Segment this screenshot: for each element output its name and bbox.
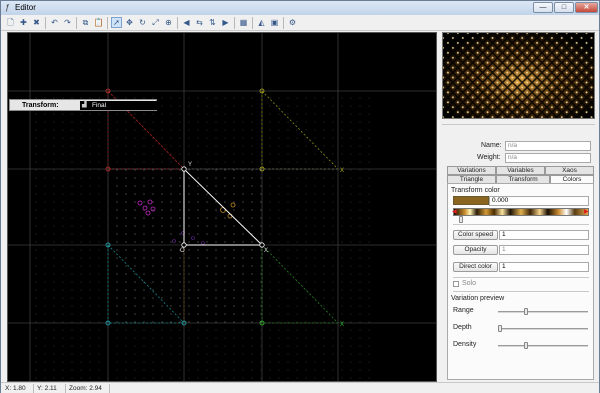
maximize-button[interactable]: □ [554, 2, 574, 13]
colors-panel: Transform color 0.000 ◀ ▶ Color speed 1 … [447, 183, 594, 380]
label-o-selected: O [180, 248, 185, 254]
color-speed-field[interactable]: 1 [499, 230, 589, 240]
editor-window: ƒ Editor — □ ✕ 🗋 ✚ ✖ ↶ ↷ ⧉ 📋 ➚ ✥ ↻ ⤢ ⊕ ◀ ⇆ ⇅ ▶ ▦ ◭ ▣ ⚙ [0, 0, 600, 393]
preview-image [443, 33, 594, 118]
move-icon[interactable]: ✥ [124, 17, 135, 28]
pivot-icon[interactable]: ⊕ [163, 17, 174, 28]
solo-checkbox[interactable] [453, 281, 459, 287]
status-separator [33, 384, 34, 393]
direct-color-button[interactable]: Direct color [453, 262, 498, 272]
density-slider[interactable] [498, 345, 588, 347]
status-separator [109, 384, 110, 393]
solo-label: Solo [462, 280, 477, 287]
add-icon[interactable]: ✚ [18, 17, 29, 28]
weight-field[interactable]: n/a [505, 153, 591, 163]
color-gradient-bar[interactable] [453, 208, 589, 216]
toolbar-separator [107, 17, 108, 29]
tab-variations[interactable]: Variations [447, 166, 496, 175]
color-swatch[interactable] [453, 196, 489, 205]
depth-label: Depth [453, 324, 472, 331]
range-label: Range [453, 307, 474, 314]
divider [453, 277, 589, 278]
rotate-icon[interactable]: ↻ [137, 17, 148, 28]
transform-selector[interactable]: Transform: ▟ Final ▼ [9, 99, 157, 111]
density-slider-thumb[interactable] [523, 342, 528, 349]
status-separator [65, 384, 66, 393]
tab-variables[interactable]: Variables [496, 166, 545, 175]
transform-value: Final [92, 102, 107, 109]
editor-canvas[interactable]: Y O X X X [7, 32, 437, 382]
label-x-selected: X [264, 248, 268, 254]
transform-label: Transform: [22, 102, 59, 109]
divider [442, 124, 595, 125]
select-icon[interactable]: ➚ [111, 17, 122, 28]
minimize-button[interactable]: — [533, 2, 553, 13]
name-field[interactable]: n/a [505, 141, 591, 151]
status-zoom: Zoom: 2.94 [69, 385, 102, 392]
chevron-down-icon[interactable]: ▼ [151, 101, 157, 107]
color-speed-button[interactable]: Color speed [453, 230, 498, 240]
toolbar-separator [234, 17, 235, 29]
undo-icon[interactable]: ↶ [49, 17, 60, 28]
color-value-field[interactable]: 0.000 [489, 196, 589, 206]
direct-color-field[interactable]: 1 [499, 262, 589, 272]
app-icon: ƒ [5, 3, 10, 12]
toolbar-separator [177, 17, 178, 29]
toolbar-separator [76, 17, 77, 29]
opacity-field[interactable]: 1 [499, 245, 589, 255]
status-y: Y: 2.11 [37, 385, 57, 392]
depth-slider-thumb[interactable] [498, 325, 502, 332]
redo-icon[interactable]: ↷ [62, 17, 73, 28]
label-x-yellow: X [340, 168, 344, 174]
triangle-editor-graph: Y O X X X [8, 33, 436, 381]
name-label: Name: [481, 142, 502, 149]
depth-slider[interactable] [498, 328, 588, 330]
opacity-button[interactable]: Opacity [453, 245, 498, 255]
copy-icon[interactable]: ⧉ [80, 17, 91, 28]
label-x-green: X [340, 322, 344, 328]
gradient-right-arrow-icon[interactable]: ▶ [584, 208, 589, 215]
flip-right-icon[interactable]: ▶ [220, 17, 231, 28]
flip-v-icon[interactable]: ⇅ [207, 17, 218, 28]
delete-icon[interactable]: ✖ [31, 17, 42, 28]
divider [453, 224, 589, 225]
new-icon[interactable]: 🗋 [5, 17, 16, 28]
toolbar: 🗋 ✚ ✖ ↶ ↷ ⧉ 📋 ➚ ✥ ↻ ⤢ ⊕ ◀ ⇆ ⇅ ▶ ▦ ◭ ▣ ⚙ [1, 15, 599, 31]
toolbar-separator [252, 17, 253, 29]
weight-label: Weight: [477, 154, 501, 161]
transform-color-label: Transform color [451, 187, 500, 194]
tab-xaos[interactable]: Xaos [545, 166, 594, 175]
status-x: X: 1.80 [5, 385, 26, 392]
scale-icon[interactable]: ⤢ [150, 17, 161, 28]
grid-icon[interactable]: ▦ [238, 17, 249, 28]
paste-icon[interactable]: 📋 [93, 17, 104, 28]
flip-left-icon[interactable]: ◀ [181, 17, 192, 28]
flip-h-icon[interactable]: ⇆ [194, 17, 205, 28]
label-y-selected: Y [188, 162, 192, 168]
close-button[interactable]: ✕ [575, 2, 598, 13]
title-bar[interactable]: ƒ Editor — □ ✕ [1, 1, 599, 15]
window-title: Editor [15, 3, 36, 12]
variation-preview-label: Variation preview [451, 295, 505, 302]
flame-preview [442, 32, 595, 119]
toolbar-separator [45, 17, 46, 29]
triangle-icon[interactable]: ◭ [256, 17, 267, 28]
range-slider[interactable] [498, 311, 588, 313]
divider [453, 291, 589, 292]
settings-icon[interactable]: ⚙ [287, 17, 298, 28]
status-bar: X: 1.80 Y: 2.11 Zoom: 2.94 [1, 382, 599, 393]
density-label: Density [453, 341, 477, 348]
chart-icon: ▟ [82, 102, 87, 108]
image-icon[interactable]: ▣ [269, 17, 280, 28]
color-position-thumb[interactable] [459, 216, 463, 223]
toolbar-separator [283, 17, 284, 29]
transform-dropdown[interactable]: ▟ Final [80, 101, 157, 110]
gradient-left-arrow-icon[interactable]: ◀ [452, 208, 457, 215]
range-slider-thumb[interactable] [523, 308, 528, 315]
